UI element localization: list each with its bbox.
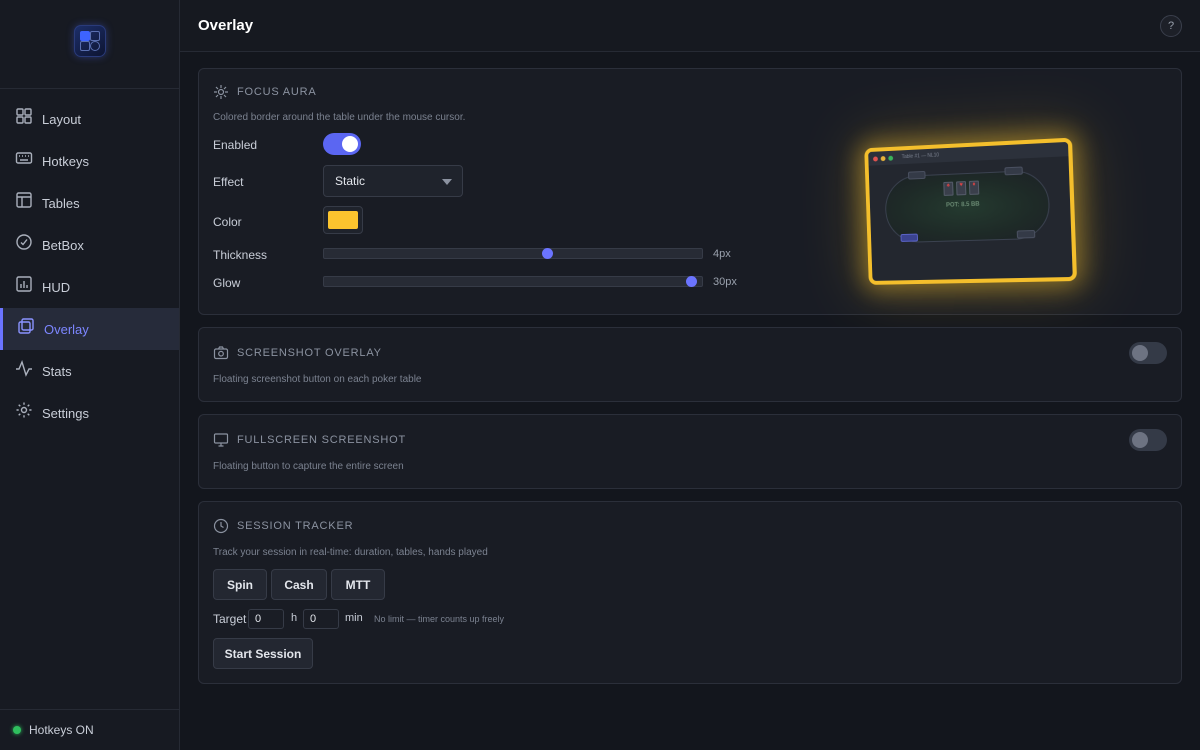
sidebar-nav: Layout Hotkeys Tables BetBox HUD Overlay… (0, 89, 179, 434)
bar-chart-icon (15, 275, 33, 293)
session-tracker-title: SESSION TRACKER (213, 518, 353, 534)
start-session-button[interactable]: Start Session (213, 638, 313, 669)
sidebar-item-label: Hotkeys (42, 153, 89, 169)
preview-board-cards: ♠ ♥ ♦ (943, 180, 980, 196)
sparkle-icon (213, 84, 229, 100)
thickness-slider-thumb[interactable] (542, 248, 553, 259)
effect-label: Effect (213, 175, 244, 189)
thickness-value: 4px (713, 248, 731, 260)
enabled-label: Enabled (213, 138, 258, 152)
mode-mtt-button[interactable]: MTT (331, 569, 385, 600)
hotkeys-status-label: Hotkeys ON (29, 723, 94, 737)
preview-poker-table: ♠ ♥ ♦ POT: 8.5 BB (884, 166, 1051, 244)
target-minutes-input[interactable]: 0 (303, 609, 339, 629)
focus-aura-description: Colored border around the table under th… (213, 112, 466, 123)
screenshot-overlay-description: Floating screenshot button on each poker… (213, 374, 422, 385)
focus-aura-title: FOCUS AURA (213, 84, 317, 100)
effect-select-value: Static (335, 174, 366, 188)
color-label: Color (213, 215, 242, 229)
sidebar-item-stats[interactable]: Stats (0, 350, 179, 392)
session-tracker-card: SESSION TRACKER Track your session in re… (198, 501, 1182, 684)
screenshot-overlay-card: SCREENSHOT OVERLAY Floating screenshot b… (198, 327, 1182, 402)
logo-area (0, 0, 179, 89)
status-dot (13, 726, 21, 734)
camera-icon (213, 345, 229, 361)
mode-cash-button[interactable]: Cash (271, 569, 327, 600)
fullscreen-screenshot-title-text: FULLSCREEN SCREENSHOT (237, 434, 406, 446)
layout-grid-icon (15, 107, 33, 125)
chevron-down-icon (442, 179, 452, 185)
mode-spin-button[interactable]: Spin (213, 569, 267, 600)
session-tracker-title-text: SESSION TRACKER (237, 520, 354, 532)
session-tracker-description: Track your session in real-time: duratio… (213, 547, 488, 558)
glow-value: 30px (713, 276, 737, 288)
sidebar-item-hotkeys[interactable]: Hotkeys (0, 140, 179, 182)
sidebar: Layout Hotkeys Tables BetBox HUD Overlay… (0, 0, 180, 750)
sidebar-item-overlay[interactable]: Overlay (0, 308, 179, 350)
fullscreen-screenshot-description: Floating button to capture the entire sc… (213, 461, 404, 472)
layers-icon (17, 317, 35, 335)
page-title: Overlay (198, 17, 254, 34)
glow-slider[interactable] (323, 276, 703, 287)
clock-icon (213, 518, 229, 534)
thickness-slider[interactable] (323, 248, 703, 259)
sidebar-item-tables[interactable]: Tables (0, 182, 179, 224)
preview-window-title: Table #1 — NL10 (901, 152, 940, 161)
screenshot-overlay-title: SCREENSHOT OVERLAY (213, 345, 382, 361)
coin-icon (15, 233, 33, 251)
monitor-icon (213, 432, 229, 448)
glow-slider-thumb[interactable] (686, 276, 697, 287)
hotkeys-status: Hotkeys ON (0, 709, 179, 750)
keyboard-icon (15, 149, 33, 167)
gear-icon (15, 401, 33, 419)
target-hours-input[interactable]: 0 (248, 609, 284, 629)
sidebar-item-label: BetBox (42, 237, 84, 253)
hours-unit-label: h (291, 612, 298, 624)
screenshot-overlay-toggle[interactable] (1129, 342, 1167, 364)
fullscreen-screenshot-title: FULLSCREEN SCREENSHOT (213, 432, 406, 448)
effect-select[interactable]: Static (323, 165, 463, 197)
color-picker[interactable] (323, 206, 363, 234)
fullscreen-screenshot-card: FULLSCREEN SCREENSHOT Floating button to… (198, 414, 1182, 489)
sidebar-item-settings[interactable]: Settings (0, 392, 179, 434)
sidebar-item-betbox[interactable]: BetBox (0, 224, 179, 266)
sidebar-item-hud[interactable]: HUD (0, 266, 179, 308)
target-hint: No limit — timer counts up freely (374, 614, 505, 624)
preview-pot: POT: 8.5 BB (945, 201, 980, 209)
page-header: Overlay ? (180, 0, 1200, 52)
target-label: Target (213, 612, 247, 626)
focus-aura-preview: Table #1 — NL10 ♠ ♥ ♦ POT: 8.5 BB (864, 137, 1078, 285)
screenshot-overlay-title-text: SCREENSHOT OVERLAY (237, 347, 382, 359)
table-icon (15, 191, 33, 209)
sidebar-item-layout[interactable]: Layout (0, 98, 179, 140)
fullscreen-screenshot-toggle[interactable] (1129, 429, 1167, 451)
thickness-label: Thickness (213, 248, 268, 262)
sidebar-item-label: Stats (42, 363, 72, 379)
sidebar-item-label: HUD (42, 279, 71, 295)
sidebar-item-label: Settings (42, 405, 89, 421)
focus-aura-enabled-toggle[interactable] (323, 133, 361, 155)
preview-titlebar: Table #1 — NL10 (868, 141, 1069, 166)
focus-aura-card: FOCUS AURA Colored border around the tab… (198, 68, 1182, 315)
glow-label: Glow (213, 276, 241, 290)
app-logo (73, 25, 106, 57)
sidebar-item-label: Layout (42, 111, 82, 127)
sidebar-item-label: Overlay (44, 321, 89, 337)
sidebar-item-label: Tables (42, 195, 80, 211)
minutes-unit-label: min (345, 612, 363, 624)
activity-icon (15, 359, 33, 377)
help-button[interactable]: ? (1160, 15, 1182, 37)
focus-aura-title-text: FOCUS AURA (237, 86, 317, 98)
